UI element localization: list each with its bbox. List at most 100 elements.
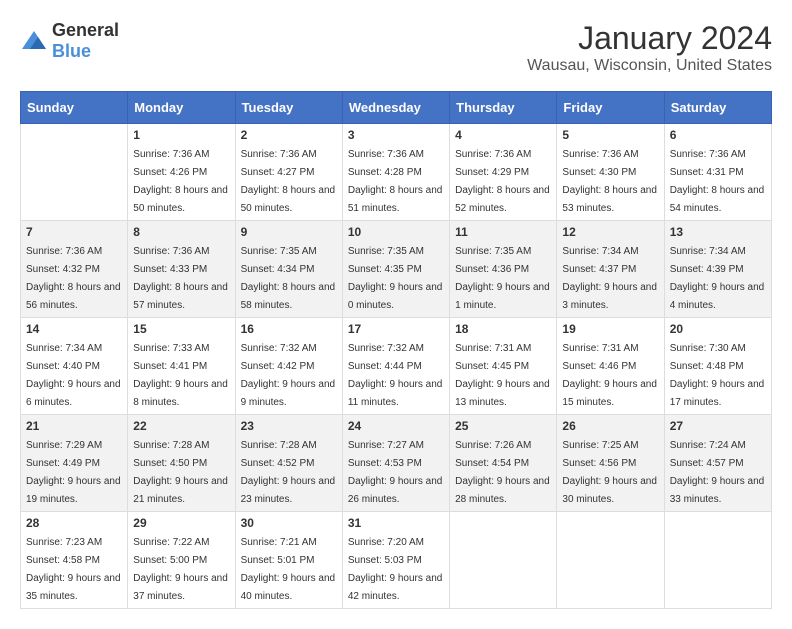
table-row: 19 Sunrise: 7:31 AMSunset: 4:46 PMDaylig… xyxy=(557,318,664,415)
day-info: Sunrise: 7:32 AMSunset: 4:42 PMDaylight:… xyxy=(241,343,336,408)
day-info: Sunrise: 7:32 AMSunset: 4:44 PMDaylight:… xyxy=(348,343,443,408)
table-row: 10 Sunrise: 7:35 AMSunset: 4:35 PMDaylig… xyxy=(342,221,449,318)
day-info: Sunrise: 7:27 AMSunset: 4:53 PMDaylight:… xyxy=(348,440,443,505)
day-info: Sunrise: 7:36 AMSunset: 4:31 PMDaylight:… xyxy=(670,149,765,214)
day-number: 17 xyxy=(348,322,444,336)
table-row: 6 Sunrise: 7:36 AMSunset: 4:31 PMDayligh… xyxy=(664,124,771,221)
header-sunday: Sunday xyxy=(21,92,128,124)
day-number: 21 xyxy=(26,419,122,433)
day-info: Sunrise: 7:36 AMSunset: 4:30 PMDaylight:… xyxy=(562,149,657,214)
day-info: Sunrise: 7:36 AMSunset: 4:32 PMDaylight:… xyxy=(26,246,121,311)
table-row: 23 Sunrise: 7:28 AMSunset: 4:52 PMDaylig… xyxy=(235,415,342,512)
table-row: 28 Sunrise: 7:23 AMSunset: 4:58 PMDaylig… xyxy=(21,512,128,609)
calendar-week-4: 21 Sunrise: 7:29 AMSunset: 4:49 PMDaylig… xyxy=(21,415,772,512)
day-number: 5 xyxy=(562,128,658,142)
day-number: 7 xyxy=(26,225,122,239)
day-info: Sunrise: 7:25 AMSunset: 4:56 PMDaylight:… xyxy=(562,440,657,505)
day-info: Sunrise: 7:34 AMSunset: 4:40 PMDaylight:… xyxy=(26,343,121,408)
day-info: Sunrise: 7:29 AMSunset: 4:49 PMDaylight:… xyxy=(26,440,121,505)
day-info: Sunrise: 7:23 AMSunset: 4:58 PMDaylight:… xyxy=(26,537,121,602)
day-number: 16 xyxy=(241,322,337,336)
day-info: Sunrise: 7:30 AMSunset: 4:48 PMDaylight:… xyxy=(670,343,765,408)
header: General Blue January 2024 Wausau, Wiscon… xyxy=(20,20,772,75)
day-number: 1 xyxy=(133,128,229,142)
logo-blue: Blue xyxy=(52,41,91,61)
day-info: Sunrise: 7:33 AMSunset: 4:41 PMDaylight:… xyxy=(133,343,228,408)
table-row: 13 Sunrise: 7:34 AMSunset: 4:39 PMDaylig… xyxy=(664,221,771,318)
table-row xyxy=(21,124,128,221)
day-info: Sunrise: 7:36 AMSunset: 4:33 PMDaylight:… xyxy=(133,246,228,311)
table-row: 24 Sunrise: 7:27 AMSunset: 4:53 PMDaylig… xyxy=(342,415,449,512)
day-number: 2 xyxy=(241,128,337,142)
logo-general: General xyxy=(52,20,119,40)
table-row: 20 Sunrise: 7:30 AMSunset: 4:48 PMDaylig… xyxy=(664,318,771,415)
table-row: 26 Sunrise: 7:25 AMSunset: 4:56 PMDaylig… xyxy=(557,415,664,512)
day-info: Sunrise: 7:24 AMSunset: 4:57 PMDaylight:… xyxy=(670,440,765,505)
day-info: Sunrise: 7:26 AMSunset: 4:54 PMDaylight:… xyxy=(455,440,550,505)
day-info: Sunrise: 7:36 AMSunset: 4:26 PMDaylight:… xyxy=(133,149,228,214)
table-row: 9 Sunrise: 7:35 AMSunset: 4:34 PMDayligh… xyxy=(235,221,342,318)
day-number: 14 xyxy=(26,322,122,336)
day-number: 27 xyxy=(670,419,766,433)
table-row: 14 Sunrise: 7:34 AMSunset: 4:40 PMDaylig… xyxy=(21,318,128,415)
table-row: 27 Sunrise: 7:24 AMSunset: 4:57 PMDaylig… xyxy=(664,415,771,512)
day-number: 28 xyxy=(26,516,122,530)
day-number: 3 xyxy=(348,128,444,142)
day-info: Sunrise: 7:36 AMSunset: 4:29 PMDaylight:… xyxy=(455,149,550,214)
table-row: 17 Sunrise: 7:32 AMSunset: 4:44 PMDaylig… xyxy=(342,318,449,415)
table-row: 1 Sunrise: 7:36 AMSunset: 4:26 PMDayligh… xyxy=(128,124,235,221)
day-number: 8 xyxy=(133,225,229,239)
table-row: 4 Sunrise: 7:36 AMSunset: 4:29 PMDayligh… xyxy=(450,124,557,221)
day-number: 20 xyxy=(670,322,766,336)
header-thursday: Thursday xyxy=(450,92,557,124)
day-number: 12 xyxy=(562,225,658,239)
day-number: 24 xyxy=(348,419,444,433)
day-info: Sunrise: 7:36 AMSunset: 4:28 PMDaylight:… xyxy=(348,149,443,214)
table-row xyxy=(557,512,664,609)
table-row: 8 Sunrise: 7:36 AMSunset: 4:33 PMDayligh… xyxy=(128,221,235,318)
day-number: 23 xyxy=(241,419,337,433)
header-wednesday: Wednesday xyxy=(342,92,449,124)
table-row: 15 Sunrise: 7:33 AMSunset: 4:41 PMDaylig… xyxy=(128,318,235,415)
day-number: 18 xyxy=(455,322,551,336)
header-saturday: Saturday xyxy=(664,92,771,124)
table-row: 21 Sunrise: 7:29 AMSunset: 4:49 PMDaylig… xyxy=(21,415,128,512)
calendar-week-3: 14 Sunrise: 7:34 AMSunset: 4:40 PMDaylig… xyxy=(21,318,772,415)
table-row: 11 Sunrise: 7:35 AMSunset: 4:36 PMDaylig… xyxy=(450,221,557,318)
table-row: 12 Sunrise: 7:34 AMSunset: 4:37 PMDaylig… xyxy=(557,221,664,318)
day-info: Sunrise: 7:34 AMSunset: 4:37 PMDaylight:… xyxy=(562,246,657,311)
table-row xyxy=(450,512,557,609)
day-info: Sunrise: 7:35 AMSunset: 4:36 PMDaylight:… xyxy=(455,246,550,311)
day-number: 31 xyxy=(348,516,444,530)
logo-icon xyxy=(20,29,48,53)
table-row: 25 Sunrise: 7:26 AMSunset: 4:54 PMDaylig… xyxy=(450,415,557,512)
day-number: 26 xyxy=(562,419,658,433)
table-row: 2 Sunrise: 7:36 AMSunset: 4:27 PMDayligh… xyxy=(235,124,342,221)
day-info: Sunrise: 7:35 AMSunset: 4:34 PMDaylight:… xyxy=(241,246,336,311)
month-title: January 2024 xyxy=(527,20,772,57)
day-number: 22 xyxy=(133,419,229,433)
calendar-week-1: 1 Sunrise: 7:36 AMSunset: 4:26 PMDayligh… xyxy=(21,124,772,221)
day-number: 19 xyxy=(562,322,658,336)
day-number: 9 xyxy=(241,225,337,239)
title-area: January 2024 Wausau, Wisconsin, United S… xyxy=(527,20,772,75)
table-row: 29 Sunrise: 7:22 AMSunset: 5:00 PMDaylig… xyxy=(128,512,235,609)
day-number: 4 xyxy=(455,128,551,142)
table-row: 18 Sunrise: 7:31 AMSunset: 4:45 PMDaylig… xyxy=(450,318,557,415)
day-number: 30 xyxy=(241,516,337,530)
day-number: 15 xyxy=(133,322,229,336)
table-row: 5 Sunrise: 7:36 AMSunset: 4:30 PMDayligh… xyxy=(557,124,664,221)
day-info: Sunrise: 7:31 AMSunset: 4:46 PMDaylight:… xyxy=(562,343,657,408)
table-row: 7 Sunrise: 7:36 AMSunset: 4:32 PMDayligh… xyxy=(21,221,128,318)
calendar-table: Sunday Monday Tuesday Wednesday Thursday… xyxy=(20,91,772,609)
day-number: 10 xyxy=(348,225,444,239)
day-info: Sunrise: 7:22 AMSunset: 5:00 PMDaylight:… xyxy=(133,537,228,602)
calendar-week-5: 28 Sunrise: 7:23 AMSunset: 4:58 PMDaylig… xyxy=(21,512,772,609)
day-info: Sunrise: 7:20 AMSunset: 5:03 PMDaylight:… xyxy=(348,537,443,602)
header-row: Sunday Monday Tuesday Wednesday Thursday… xyxy=(21,92,772,124)
calendar-week-2: 7 Sunrise: 7:36 AMSunset: 4:32 PMDayligh… xyxy=(21,221,772,318)
day-info: Sunrise: 7:36 AMSunset: 4:27 PMDaylight:… xyxy=(241,149,336,214)
logo: General Blue xyxy=(20,20,119,62)
header-tuesday: Tuesday xyxy=(235,92,342,124)
day-info: Sunrise: 7:35 AMSunset: 4:35 PMDaylight:… xyxy=(348,246,443,311)
